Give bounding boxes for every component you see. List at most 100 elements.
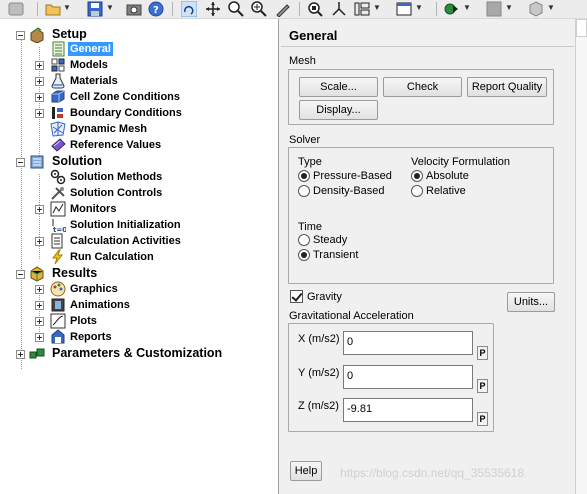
scale-button[interactable]: Scale...: [299, 77, 378, 97]
window-dropdown-icon[interactable]: ▼: [415, 3, 423, 13]
absolute-radio[interactable]: Absolute: [411, 169, 521, 183]
tree-setup-label: Setup: [52, 27, 87, 41]
help-button[interactable]: Help: [290, 461, 322, 481]
axes-icon[interactable]: [331, 1, 347, 17]
general-task-panel: General Mesh Scale... Check Report Quali…: [281, 19, 574, 494]
tree-item-monitors[interactable]: Monitors: [30, 201, 270, 217]
save-icon[interactable]: [87, 1, 103, 17]
transient-radio[interactable]: Transient: [298, 248, 408, 262]
cube-icon[interactable]: [528, 1, 544, 17]
tree-item-general[interactable]: General: [30, 41, 270, 57]
mesh-section-label: Mesh: [289, 55, 316, 67]
report-quality-button[interactable]: Report Quality: [467, 77, 547, 97]
pressure-based-radio[interactable]: Pressure-Based: [298, 169, 408, 183]
view-dropdown-icon[interactable]: ▼: [463, 3, 471, 13]
tree-item-animations[interactable]: Animations: [30, 297, 270, 313]
layout-icon[interactable]: [354, 1, 370, 17]
expand-icon[interactable]: [35, 317, 44, 326]
zoom-fit-icon[interactable]: [307, 1, 323, 17]
expand-icon[interactable]: [16, 350, 25, 359]
save-dropdown-icon[interactable]: ▼: [106, 3, 114, 13]
probe-icon[interactable]: [275, 1, 291, 17]
expand-icon[interactable]: [35, 285, 44, 294]
units-button[interactable]: Units...: [507, 292, 555, 312]
expand-icon[interactable]: [35, 237, 44, 246]
radio-indicator[interactable]: [411, 170, 423, 182]
pan-icon[interactable]: [205, 1, 221, 17]
panel-title: General: [281, 23, 574, 47]
tree-item-reference-values[interactable]: Reference Values: [30, 137, 270, 153]
tree-item-solution-controls[interactable]: Solution Controls: [30, 185, 270, 201]
parameters-icon: [29, 346, 45, 362]
collapse-icon[interactable]: [16, 270, 25, 279]
expand-icon[interactable]: [35, 77, 44, 86]
tree-item-models[interactable]: Models: [30, 57, 270, 73]
solver-group: Type Pressure-Based Density-Based Veloci…: [288, 147, 554, 284]
color-icon[interactable]: [486, 1, 502, 17]
tree-item-solution-controls-label: Solution Controls: [70, 187, 163, 199]
tree-item-solution-initialization[interactable]: t=0 Solution Initialization: [30, 217, 270, 234]
rotate-icon[interactable]: [181, 1, 197, 17]
tree-item-run-calculation-label: Run Calculation: [70, 251, 154, 263]
y-acceleration-input[interactable]: 0: [343, 365, 473, 389]
tree-solution[interactable]: Solution: [14, 154, 274, 170]
tree-results-label: Results: [52, 266, 98, 280]
y-parameter-button[interactable]: P: [477, 379, 488, 393]
tree-parameters-label: Parameters & Customization: [52, 346, 223, 360]
expand-icon[interactable]: [35, 205, 44, 214]
cell-zone-icon: [50, 89, 66, 105]
relative-radio[interactable]: Relative: [411, 184, 521, 198]
zoom-in-icon[interactable]: [251, 1, 267, 17]
radio-indicator[interactable]: [298, 249, 310, 261]
collapse-icon[interactable]: [16, 31, 25, 40]
zoom-icon[interactable]: [228, 1, 244, 17]
z-parameter-button[interactable]: P: [477, 412, 488, 426]
radio-indicator[interactable]: [411, 185, 423, 197]
open-dropdown-icon[interactable]: ▼: [63, 3, 71, 13]
tree-item-materials[interactable]: Materials: [30, 73, 270, 89]
gravity-checkbox[interactable]: [290, 290, 303, 303]
check-button[interactable]: Check: [383, 77, 462, 97]
expand-icon[interactable]: [35, 61, 44, 70]
open-folder-icon[interactable]: [45, 1, 61, 17]
general-icon: [50, 41, 66, 57]
z-acceleration-input[interactable]: -9.81: [343, 398, 473, 422]
tree-item-reports[interactable]: Reports: [30, 329, 270, 345]
tree-item-solution-methods-label: Solution Methods: [70, 171, 163, 183]
density-based-radio[interactable]: Density-Based: [298, 184, 408, 198]
tree-item-dynamic-mesh[interactable]: Dynamic Mesh: [30, 121, 270, 137]
radio-indicator[interactable]: [298, 234, 310, 246]
tree-item-calculation-activities[interactable]: Calculation Activities: [30, 233, 270, 249]
expand-icon[interactable]: [35, 93, 44, 102]
collapse-icon[interactable]: [16, 158, 25, 167]
camera-icon[interactable]: [126, 1, 142, 17]
tree-parameters-customization[interactable]: Parameters & Customization: [14, 346, 274, 362]
tree-item-solution-methods[interactable]: Solution Methods: [30, 169, 270, 185]
layout-dropdown-icon[interactable]: ▼: [373, 3, 381, 13]
cube-dropdown-icon[interactable]: ▼: [547, 3, 555, 13]
color-dropdown-icon[interactable]: ▼: [505, 3, 513, 13]
view-icon[interactable]: [444, 1, 460, 17]
steady-radio[interactable]: Steady: [298, 233, 408, 247]
radio-indicator[interactable]: [298, 185, 310, 197]
help-icon[interactable]: ?: [148, 1, 164, 17]
svg-text:t=0: t=0: [53, 226, 66, 233]
solution-methods-icon: [50, 169, 66, 185]
tree-results[interactable]: Results: [14, 266, 274, 282]
window-layout-icon[interactable]: [396, 1, 412, 17]
tree-item-cell-zone-conditions[interactable]: Cell Zone Conditions: [30, 89, 270, 105]
x-acceleration-input[interactable]: 0: [343, 331, 473, 355]
tree-item-boundary-conditions[interactable]: Boundary Conditions: [30, 105, 270, 121]
radio-indicator[interactable]: [298, 170, 310, 182]
tree-item-plots[interactable]: Plots: [30, 313, 270, 329]
expand-icon[interactable]: [35, 301, 44, 310]
expand-icon[interactable]: [35, 109, 44, 118]
monitors-icon: [50, 201, 66, 217]
tree-item-graphics[interactable]: Graphics: [30, 281, 270, 297]
tree-solution-label: Solution: [52, 154, 102, 168]
tree-item-run-calculation[interactable]: Run Calculation: [30, 249, 270, 265]
expand-icon[interactable]: [35, 333, 44, 342]
display-button[interactable]: Display...: [299, 100, 378, 120]
x-parameter-button[interactable]: P: [477, 346, 488, 360]
window-icon[interactable]: [8, 1, 24, 17]
